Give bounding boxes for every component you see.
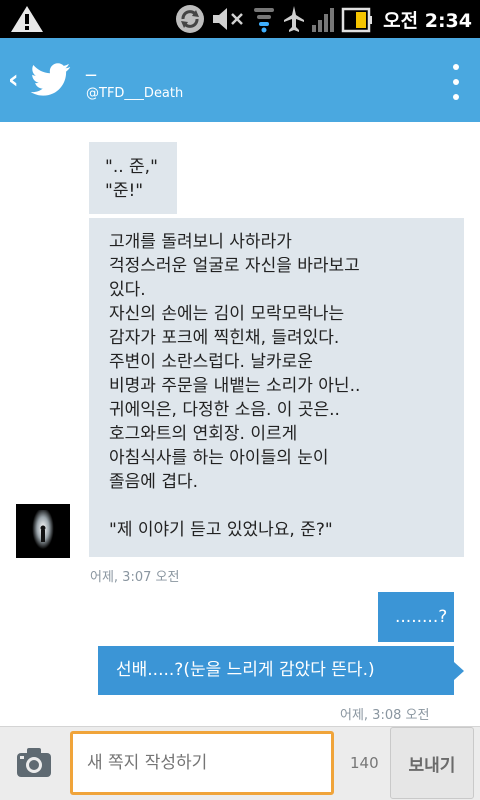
message-composer: 140 보내기: [0, 726, 480, 800]
back-icon[interactable]: ‹: [8, 66, 19, 94]
outgoing-message-bubble: 선배.....?(눈을 느리게 감았다 뜬다.): [98, 646, 454, 695]
twitter-bird-icon[interactable]: [30, 58, 72, 100]
sync-icon: [176, 5, 205, 33]
outgoing-message-bubble: ........?: [378, 592, 454, 642]
signal-icon: [312, 8, 335, 32]
incoming-message-bubble: ".. 준," "준!": [89, 142, 177, 214]
overflow-menu-icon[interactable]: [452, 64, 460, 100]
avatar-image: [16, 504, 70, 558]
message-timestamp: 어제, 3:07 오전: [90, 570, 180, 585]
conversation-header: ‹ _ @TFD___Death: [0, 38, 480, 122]
message-timestamp: 어제, 3:08 오전: [340, 708, 430, 723]
character-count: 140: [350, 754, 379, 772]
camera-icon[interactable]: [16, 747, 52, 779]
warning-icon: [11, 6, 43, 32]
incoming-message-bubble: 고개를 돌려보니 사하라가 걱정스러운 얼굴로 자신을 바라보고 있다. 자신의…: [89, 218, 464, 557]
mute-icon: [213, 8, 244, 30]
conversation-name: _: [86, 52, 96, 76]
send-button[interactable]: 보내기: [390, 727, 474, 799]
conversation-handle: @TFD___Death: [86, 86, 184, 101]
airplane-icon: [284, 6, 305, 32]
status-time: 오전 2:34: [383, 9, 472, 32]
status-bar: 오전 2:34: [0, 0, 480, 38]
wifi-icon: [254, 8, 275, 33]
message-thread[interactable]: ".. 준," "준!" 고개를 돌려보니 사하라가 걱정스러운 얼굴로 자신을…: [0, 122, 480, 726]
sender-avatar[interactable]: [16, 504, 70, 558]
battery-icon: [341, 7, 373, 33]
bubble-tail: [454, 662, 464, 680]
new-message-input[interactable]: [70, 731, 334, 795]
